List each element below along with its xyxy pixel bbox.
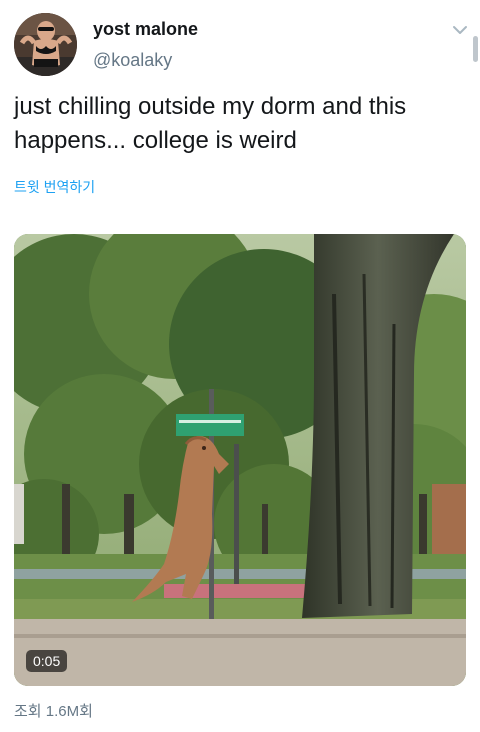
video-duration-badge: 0:05 — [26, 650, 68, 672]
avatar-image — [14, 13, 77, 76]
avatar[interactable] — [14, 13, 77, 76]
view-count: 조회 1.6M회 — [14, 703, 93, 720]
translate-link[interactable]: 트윗 번역하기 — [14, 177, 95, 197]
user-handle[interactable]: @koalaky — [93, 50, 172, 71]
video-thumbnail — [14, 234, 466, 686]
display-name[interactable]: yost malone — [93, 19, 198, 40]
scrollbar[interactable] — [473, 36, 478, 62]
chevron-down-icon[interactable] — [450, 22, 470, 38]
tweet-text: just chilling outside my dorm and this h… — [14, 93, 407, 154]
video-player[interactable]: 0:05 — [14, 234, 466, 686]
